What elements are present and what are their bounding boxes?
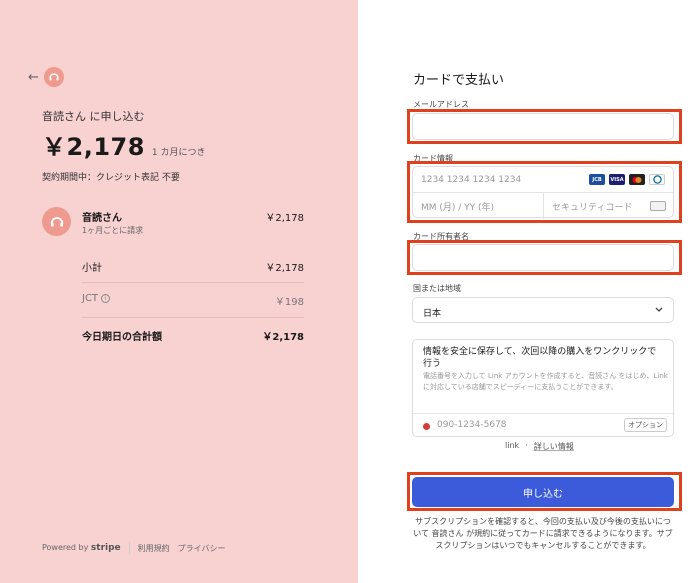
link-details-link[interactable]: 詳しい情報 <box>534 441 574 452</box>
item-name: 音読さん <box>82 213 122 224</box>
order-summary-panel: ← 音読さん に申し込む ￥2,178 1 カ月につき 契約期間中：クレジット表… <box>0 0 358 583</box>
japan-flag-icon <box>423 423 430 430</box>
divider <box>82 317 304 318</box>
subscription-disclaimer: サブスクリプションを確認すると、今回の支払い及び今後の支払いについて 音読さん … <box>413 517 673 550</box>
total-label: 今日期日の合計額 <box>82 332 162 343</box>
link-save-box: 情報を安全に保存して、次回以降の購入をワンクリックで行う 電話番号を入力して L… <box>412 339 674 437</box>
link-save-headline[interactable]: 情報を安全に保存して、次回以降の購入をワンクリックで行う <box>423 346 663 370</box>
country-select[interactable]: 日本 <box>412 297 674 323</box>
country-label: 国または地域 <box>413 284 461 293</box>
email-highlight <box>407 109 682 144</box>
tax-label: JCT <box>82 293 99 304</box>
phone-field[interactable]: 090-1234-5678 オプション <box>413 413 673 437</box>
total-row: 今日期日の合計額 ￥2,178 <box>82 328 304 343</box>
powered-by-label[interactable]: Powered by stripe <box>42 543 121 553</box>
powered-by-text: Powered by <box>42 543 89 552</box>
privacy-link[interactable]: プライバシー <box>178 543 226 554</box>
merchant-logo-icon <box>44 67 64 87</box>
subtotal-label: 小計 <box>82 263 102 274</box>
tax-row: JCT i ￥198 <box>82 293 304 308</box>
link-save-description: 電話番号を入力して Link アカウントを作成すると、音読さん をはじめ、Lin… <box>423 372 668 391</box>
payment-form-panel: カードで支払い メールアドレス カード情報 1234 1234 1234 123… <box>358 0 700 583</box>
stripe-logo: stripe <box>90 543 121 553</box>
total-value: ￥2,178 <box>262 332 304 343</box>
divider <box>82 282 304 283</box>
submit-highlight <box>407 472 682 511</box>
cardholder-highlight <box>407 240 682 275</box>
footer: Powered by stripe 利用規約 プライバシー <box>42 542 226 554</box>
tax-value: ￥198 <box>274 297 304 308</box>
terms-link[interactable]: 利用規約 <box>138 543 170 554</box>
item-headphone-icon <box>42 207 71 236</box>
link-logo: link <box>505 441 520 450</box>
phone-placeholder: 090-1234-5678 <box>437 420 507 430</box>
contract-note: 契約期間中：クレジット表記 不要 <box>42 173 180 183</box>
price-period: 1 カ月につき <box>151 148 206 158</box>
footer-separator <box>128 542 130 554</box>
form-title: カードで支払い <box>413 73 505 88</box>
link-footer: link · 詳しい情報 <box>505 441 574 452</box>
subtotal-row: 小計 ￥2,178 <box>82 259 304 274</box>
line-item: 音読さん 1ヶ月ごとに請求 ￥2,178 <box>42 207 304 241</box>
price-amount: ￥2,178 <box>42 133 145 161</box>
link-separator: · <box>525 441 528 450</box>
subtotal-value: ￥2,178 <box>265 263 304 274</box>
card-highlight <box>407 161 682 223</box>
back-arrow-icon[interactable]: ← <box>28 70 39 85</box>
item-price: ￥2,178 <box>265 213 304 224</box>
price-row: ￥2,178 1 カ月につき <box>42 127 206 162</box>
info-icon[interactable]: i <box>101 294 111 303</box>
back-row[interactable]: ← <box>28 67 64 87</box>
country-value: 日本 <box>423 309 442 319</box>
optional-badge: オプション <box>624 418 667 432</box>
product-title: 音読さん に申し込む <box>42 110 145 123</box>
chevron-down-icon <box>654 304 664 317</box>
item-billing-interval: 1ヶ月ごとに請求 <box>82 226 144 235</box>
